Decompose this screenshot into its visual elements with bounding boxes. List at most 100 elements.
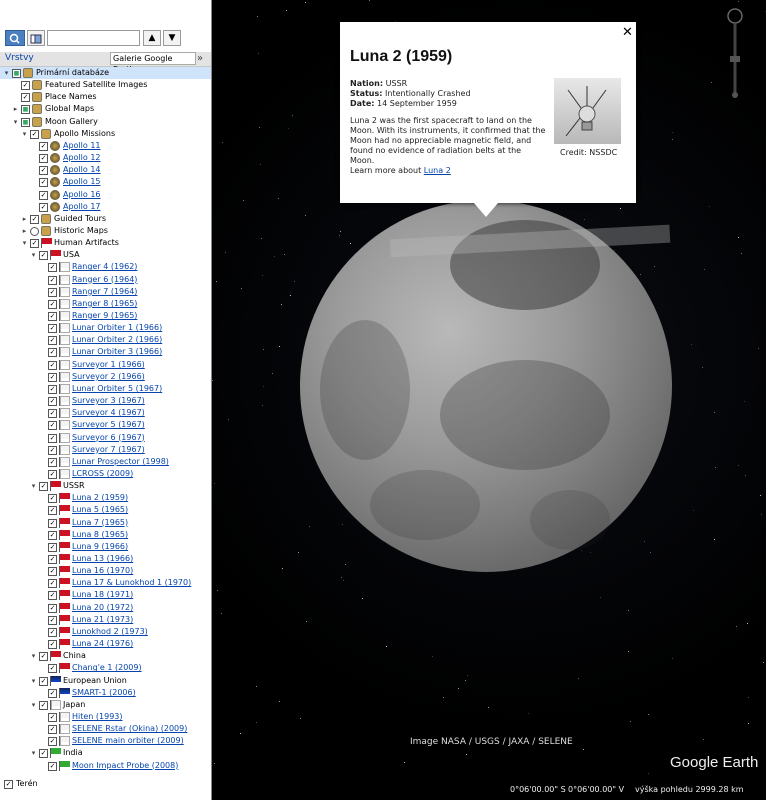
tree-item-label[interactable]: Ranger 9 (1965) [72,310,137,322]
tree-item[interactable]: ✓ Ranger 4 (1962) [0,261,211,273]
layer-checkbox[interactable]: ✓ [48,336,57,346]
tree-item[interactable]: ✓ Luna 20 (1972) [0,602,211,614]
tree-item-label[interactable]: Moon Impact Probe (2008) [72,760,178,772]
tree-item[interactable]: ✓ Luna 17 & Lunokhod 1 (1970) [0,577,211,589]
expand-icon[interactable]: ▸ [12,106,19,113]
layer-checkbox[interactable]: ✓ [39,676,48,686]
layer-checkbox[interactable]: ✓ [48,725,57,735]
tree-item-label[interactable]: Lunar Orbiter 3 (1966) [72,346,162,358]
terrain-checkbox[interactable]: ✓ [4,780,13,789]
collapse-icon[interactable]: ▾ [3,70,10,77]
tree-item-label[interactable]: Apollo 16 [63,189,101,201]
tree-item[interactable]: ✓ SELENE main orbiter (2009) [0,735,211,747]
tree-item[interactable]: ✓ Ranger 7 (1964) [0,286,211,298]
layer-checkbox[interactable]: ✓ [48,737,57,747]
tree-item-label[interactable]: Ranger 6 (1964) [72,274,137,286]
tree-item[interactable]: ✓ Lunar Orbiter 2 (1966) [0,334,211,346]
tree-item-label[interactable]: Apollo 11 [63,140,101,152]
layer-checkbox[interactable]: ✓ [39,154,48,164]
tree-item-label[interactable]: Luna 8 (1965) [72,529,128,541]
search-button[interactable] [5,30,25,46]
layer-checkbox[interactable]: ✓ [48,615,57,625]
tree-item-label[interactable]: Luna 5 (1965) [72,504,128,516]
tree-item-label[interactable]: Luna 2 (1959) [72,492,128,504]
collapse-icon[interactable]: ▾ [12,118,19,126]
up-arrow-button[interactable]: ▲ [143,30,161,46]
layers-title[interactable]: Vrstvy [5,53,34,63]
tree-item[interactable]: ▾ ✓ Apollo Missions [0,128,211,140]
layer-checkbox[interactable]: ✓ [48,372,57,382]
tree-item-label[interactable]: Ranger 7 (1964) [72,286,137,298]
tree-item-label[interactable]: Luna 17 & Lunokhod 1 (1970) [72,577,191,589]
collapse-icon[interactable]: ▾ [30,677,37,685]
tree-item[interactable]: ✓ Luna 7 (1965) [0,517,211,529]
tree-item[interactable]: ✓ Ranger 8 (1965) [0,298,211,310]
layer-checkbox[interactable]: ✓ [48,287,57,297]
tree-item[interactable]: ✓ Surveyor 7 (1967) [0,444,211,456]
collapse-icon[interactable]: ▾ [30,483,37,490]
tree-item[interactable]: ✓ Surveyor 1 (1966) [0,359,211,371]
layer-checkbox[interactable]: ✓ [48,433,57,443]
tree-item[interactable]: ✓ Luna 18 (1971) [0,589,211,601]
collapse-icon[interactable]: ▾ [21,240,28,247]
tree-item[interactable]: ✓ Luna 2 (1959) [0,492,211,504]
layer-checkbox[interactable]: ✓ [48,555,57,564]
tree-item[interactable]: ✓ Luna 24 (1976) [0,638,211,650]
layer-checkbox[interactable]: ✓ [30,214,39,224]
tree-item-label[interactable]: Surveyor 7 (1967) [72,444,145,456]
layer-checkbox[interactable]: ✓ [48,518,57,528]
tree-item[interactable]: ✓ Surveyor 4 (1967) [0,407,211,419]
layer-checkbox[interactable]: ✓ [48,263,57,273]
layer-checkbox[interactable]: ✓ [48,421,57,431]
layer-checkbox[interactable]: ✓ [39,166,48,176]
tree-item[interactable]: ▸ ✓ Guided Tours [0,213,211,225]
tree-item[interactable]: ✓ Luna 9 (1966) [0,541,211,553]
layer-checkbox[interactable]: ■ [21,117,30,127]
tree-item[interactable]: ✓ Luna 5 (1965) [0,504,211,516]
tree-item[interactable]: ✓ Ranger 9 (1965) [0,310,211,322]
layer-checkbox[interactable]: ✓ [48,312,57,321]
chevron-right-icon[interactable]: » [197,52,203,65]
tree-item[interactable]: ✓ Luna 21 (1973) [0,614,211,626]
layer-checkbox[interactable]: ✓ [39,251,48,261]
tree-item[interactable]: ✓ Lunar Orbiter 1 (1966) [0,322,211,334]
tree-item-label[interactable]: Apollo 14 [63,164,101,176]
tree-item-label[interactable]: Luna 13 (1966) [72,553,133,565]
tree-item[interactable]: ▾ ✓ Human Artifacts [0,237,211,249]
tree-item-label[interactable]: Surveyor 2 (1966) [72,371,145,383]
tree-item[interactable]: ✓ Apollo 14 [0,164,211,176]
tree-item[interactable]: ✓ Ranger 6 (1964) [0,274,211,286]
tree-item[interactable]: ✓ Luna 16 (1970) [0,565,211,577]
layer-checkbox[interactable]: ✓ [48,567,57,577]
expand-icon[interactable]: ▸ [21,227,28,235]
layer-checkbox[interactable]: ■ [21,105,30,115]
layer-checkbox[interactable]: ✓ [48,712,57,722]
tree-item[interactable]: ▾ ✓ India [0,747,211,759]
google-earth-gallery-button[interactable]: Galerie Google Earth [110,52,196,74]
tree-item-label[interactable]: Lunar Orbiter 2 (1966) [72,334,162,346]
tree-item[interactable]: ✓ Lunar Orbiter 3 (1966) [0,346,211,358]
tree-item-label[interactable]: Ranger 4 (1962) [72,261,137,273]
tree-item[interactable]: ✓ Apollo 16 [0,189,211,201]
tree-item-label[interactable]: Surveyor 1 (1966) [72,359,145,371]
tree-item-label[interactable]: Lunar Orbiter 5 (1967) [72,383,162,395]
layer-checkbox[interactable]: ✓ [30,129,39,139]
tree-item-label[interactable]: SMART-1 (2006) [72,687,136,699]
layer-checkbox[interactable]: ✓ [48,324,57,334]
tree-item[interactable]: ✓ SMART-1 (2006) [0,687,211,699]
tree-item[interactable]: ✓ Place Names [0,91,211,103]
layer-checkbox[interactable]: ✓ [39,749,48,759]
layer-checkbox[interactable]: ✓ [48,348,57,358]
tree-item[interactable]: ✓ Luna 8 (1965) [0,529,211,541]
layer-checkbox[interactable]: ✓ [48,664,57,674]
tree-item[interactable]: ✓ Surveyor 5 (1967) [0,419,211,431]
layer-radio[interactable] [30,226,39,236]
tree-item[interactable]: ▾ ■ Primární databáze [0,67,211,79]
tree-item[interactable]: ✓ LCROSS (2009) [0,468,211,480]
tree-item[interactable]: ▾ ✓ China [0,650,211,662]
tree-item-label[interactable]: Apollo 12 [63,152,101,164]
expand-icon[interactable]: ▸ [21,215,28,223]
learn-more-link[interactable]: Luna 2 [424,166,451,175]
tree-item-label[interactable]: Chang'e 1 (2009) [72,662,142,674]
tree-item-label[interactable]: Luna 24 (1976) [72,638,133,650]
